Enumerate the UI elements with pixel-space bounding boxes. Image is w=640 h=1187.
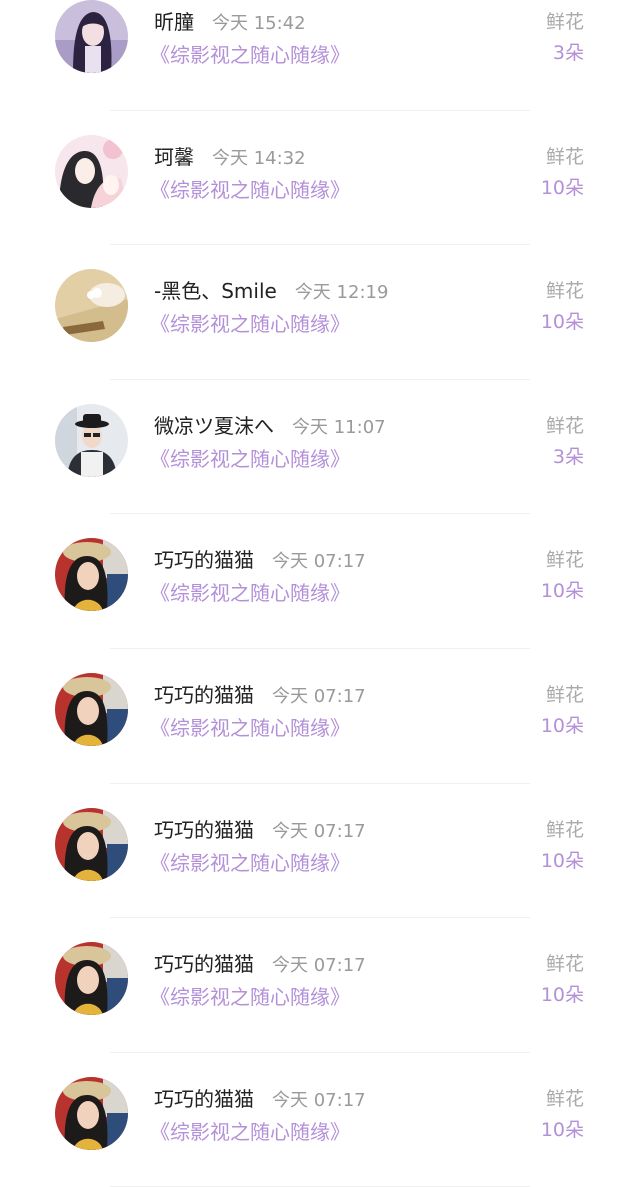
gift-time: 今天 15:42 bbox=[212, 13, 306, 34]
gift-type-label: 鲜花 bbox=[545, 549, 584, 572]
user-name[interactable]: 巧巧的猫猫 bbox=[154, 683, 254, 707]
list-item[interactable]: 巧巧的猫猫 今天 07:17 《综影视之随心随缘》 鲜花 10朵 bbox=[0, 918, 640, 1053]
user-avatar[interactable] bbox=[55, 134, 128, 208]
gift-time: 今天 07:17 bbox=[272, 820, 366, 842]
gift-count: 3朵 bbox=[552, 445, 584, 468]
user-avatar[interactable] bbox=[55, 538, 128, 612]
user-avatar[interactable] bbox=[55, 672, 128, 746]
list-item[interactable]: 巧巧的猫猫 今天 07:17 《综影视之随心随缘》 鲜花 10朵 bbox=[0, 784, 640, 919]
anime-couple-avatar bbox=[55, 134, 128, 208]
anime-girl-avatar bbox=[55, 0, 128, 73]
gift-count: 3朵 bbox=[552, 42, 584, 64]
user-name[interactable]: 昕朣 bbox=[154, 10, 194, 34]
gift-type-label: 鲜花 bbox=[545, 1087, 584, 1110]
woman-hat-avatar bbox=[55, 672, 128, 746]
user-name[interactable]: 巧巧的猫猫 bbox=[154, 818, 254, 842]
list-item[interactable]: 昕朣 今天 15:42 《综影视之随心随缘》 鲜花 3朵 bbox=[0, 0, 640, 111]
list-item[interactable]: 巧巧的猫猫 今天 07:17 《综影视之随心随缘》 鲜花 10朵 bbox=[0, 1053, 640, 1187]
gift-type-label: 鲜花 bbox=[545, 953, 584, 976]
gift-count: 10朵 bbox=[540, 849, 584, 872]
list-item[interactable]: 微凉ツ夏沫へ 今天 11:07 《综影视之随心随缘》 鲜花 3朵 bbox=[0, 380, 640, 515]
flower-gift-list: 昕朣 今天 15:42 《综影视之随心随缘》 鲜花 3朵 珂馨 今天 14:32 《综影视之… bbox=[0, 0, 640, 1187]
gift-type-label: 鲜花 bbox=[545, 11, 584, 33]
name-time-line: 巧巧的猫猫 今天 07:17 bbox=[154, 680, 366, 710]
user-avatar[interactable] bbox=[55, 942, 128, 1016]
name-time-line: 巧巧的猫猫 今天 07:17 bbox=[154, 545, 366, 575]
name-time-line: 微凉ツ夏沫へ 今天 11:07 bbox=[154, 411, 386, 441]
gift-type-label: 鲜花 bbox=[545, 683, 584, 706]
gift-time: 今天 07:17 bbox=[272, 1089, 366, 1111]
book-title-link[interactable]: 《综影视之随心随缘》 bbox=[150, 982, 350, 1012]
gift-type-label: 鲜花 bbox=[545, 280, 584, 303]
woman-hat-avatar bbox=[55, 538, 128, 612]
book-title-link[interactable]: 《综影视之随心随缘》 bbox=[150, 1117, 350, 1147]
book-title-link[interactable]: 《综影视之随心随缘》 bbox=[150, 848, 350, 878]
user-name[interactable]: 珂馨 bbox=[154, 145, 194, 169]
gift-count: 10朵 bbox=[540, 1118, 584, 1141]
name-time-line: 珂馨 今天 14:32 bbox=[154, 142, 306, 172]
gift-type-label: 鲜花 bbox=[545, 145, 584, 168]
user-name[interactable]: -黑色、Smile bbox=[154, 279, 277, 303]
name-time-line: 巧巧的猫猫 今天 07:17 bbox=[154, 815, 366, 845]
gift-type-label: 鲜花 bbox=[545, 818, 584, 841]
woman-hat-avatar bbox=[55, 807, 128, 881]
gift-time: 今天 11:07 bbox=[292, 416, 386, 438]
book-title-link[interactable]: 《综影视之随心随缘》 bbox=[150, 309, 350, 339]
woman-hat-avatar bbox=[55, 942, 128, 1016]
gift-time: 今天 07:17 bbox=[272, 551, 366, 573]
user-name[interactable]: 巧巧的猫猫 bbox=[154, 952, 254, 976]
gift-count: 10朵 bbox=[540, 580, 584, 603]
list-item[interactable]: 巧巧的猫猫 今天 07:17 《综影视之随心随缘》 鲜花 10朵 bbox=[0, 649, 640, 784]
gift-count: 10朵 bbox=[540, 176, 584, 199]
name-time-line: -黑色、Smile 今天 12:19 bbox=[154, 276, 388, 306]
user-avatar[interactable] bbox=[55, 403, 128, 477]
name-time-line: 巧巧的猫猫 今天 07:17 bbox=[154, 1084, 366, 1114]
book-title-link[interactable]: 《综影视之随心随缘》 bbox=[150, 175, 350, 205]
user-name[interactable]: 巧巧的猫猫 bbox=[154, 548, 254, 572]
user-avatar[interactable] bbox=[55, 807, 128, 881]
sand-hand-avatar bbox=[55, 269, 128, 343]
user-avatar[interactable] bbox=[55, 269, 128, 343]
gift-type-label: 鲜花 bbox=[545, 414, 584, 437]
list-item[interactable]: 巧巧的猫猫 今天 07:17 《综影视之随心随缘》 鲜花 10朵 bbox=[0, 514, 640, 649]
list-item[interactable]: -黑色、Smile 今天 12:19 《综影视之随心随缘》 鲜花 10朵 bbox=[0, 245, 640, 380]
gift-time: 今天 14:32 bbox=[212, 147, 306, 169]
gift-count: 10朵 bbox=[540, 714, 584, 737]
gift-count: 10朵 bbox=[540, 311, 584, 334]
person-hat-avatar bbox=[55, 403, 128, 477]
user-name[interactable]: 微凉ツ夏沫へ bbox=[154, 414, 274, 438]
gift-time: 今天 12:19 bbox=[294, 282, 389, 304]
gift-count: 10朵 bbox=[540, 984, 584, 1007]
book-title-link[interactable]: 《综影视之随心随缘》 bbox=[150, 444, 350, 474]
user-avatar[interactable] bbox=[55, 1076, 128, 1150]
name-time-line: 巧巧的猫猫 今天 07:17 bbox=[154, 949, 366, 979]
gift-time: 今天 07:17 bbox=[272, 685, 366, 707]
list-item[interactable]: 珂馨 今天 14:32 《综影视之随心随缘》 鲜花 10朵 bbox=[0, 111, 640, 246]
user-avatar[interactable] bbox=[55, 0, 128, 73]
user-name[interactable]: 巧巧的猫猫 bbox=[154, 1087, 254, 1111]
book-title-link[interactable]: 《综影视之随心随缘》 bbox=[150, 713, 350, 743]
book-title-link[interactable]: 《综影视之随心随缘》 bbox=[150, 578, 350, 608]
woman-hat-avatar bbox=[55, 1076, 128, 1150]
name-time-line: 昕朣 今天 15:42 bbox=[154, 7, 306, 37]
book-title-link[interactable]: 《综影视之随心随缘》 bbox=[150, 40, 350, 70]
gift-time: 今天 07:17 bbox=[272, 955, 366, 977]
